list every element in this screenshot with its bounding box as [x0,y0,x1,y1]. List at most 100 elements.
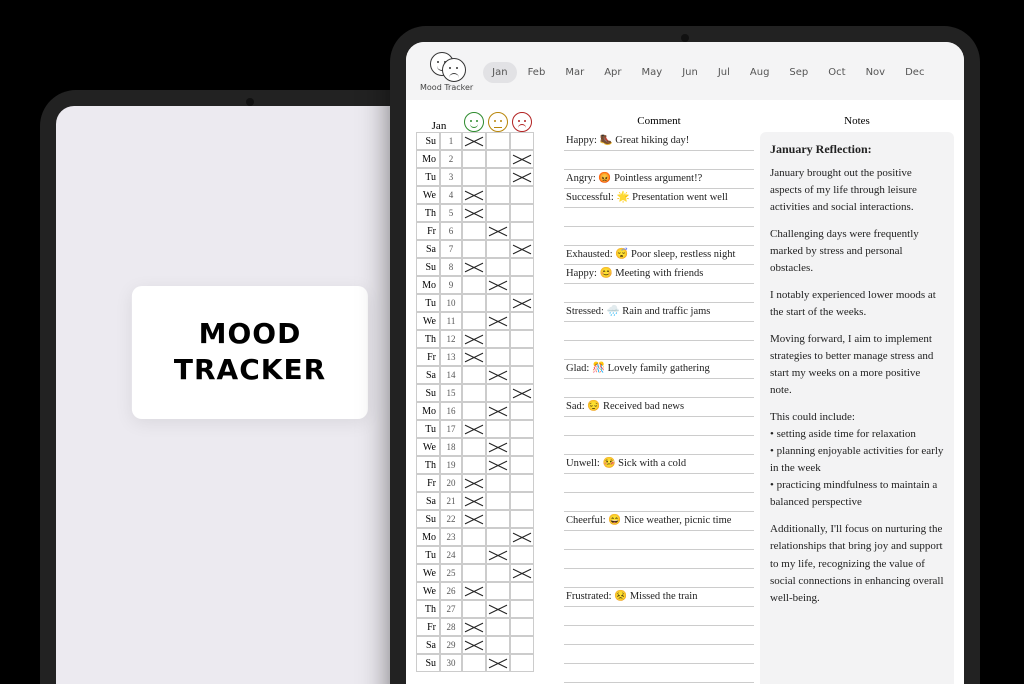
mood-cell[interactable] [486,600,510,618]
mood-cell[interactable] [486,582,510,600]
mood-cell[interactable] [510,438,534,456]
mood-cell[interactable] [486,312,510,330]
mood-cell[interactable] [510,420,534,438]
mood-cell[interactable] [486,438,510,456]
mood-cell[interactable] [462,654,486,672]
comment-line[interactable] [564,341,754,360]
comment-line[interactable] [564,151,754,170]
mood-cell[interactable] [462,294,486,312]
mood-cell[interactable] [510,276,534,294]
comment-line[interactable] [564,379,754,398]
mood-cell[interactable] [510,258,534,276]
comment-line[interactable] [564,208,754,227]
mood-cell[interactable] [462,312,486,330]
comment-line[interactable] [564,227,754,246]
mood-cell[interactable] [462,186,486,204]
mood-cell[interactable] [462,402,486,420]
mood-cell[interactable] [510,384,534,402]
month-tab-jul[interactable]: Jul [709,62,739,83]
mood-cell[interactable] [510,528,534,546]
comment-line[interactable] [564,436,754,455]
comment-line[interactable] [564,550,754,569]
comment-line[interactable] [564,607,754,626]
comment-line[interactable]: Frustrated: 😣 Missed the train [564,588,754,607]
mood-cell[interactable] [486,186,510,204]
mood-cell[interactable] [486,132,510,150]
comment-line[interactable] [564,569,754,588]
comment-line[interactable]: Happy: 🥾 Great hiking day! [564,132,754,151]
mood-cell[interactable] [510,654,534,672]
comment-line[interactable]: Happy: 😊 Meeting with friends [564,265,754,284]
comment-line[interactable]: Angry: 😡 Pointless argument!? [564,170,754,189]
mood-cell[interactable] [486,276,510,294]
mood-cell[interactable] [462,222,486,240]
mood-cell[interactable] [462,168,486,186]
mood-cell[interactable] [462,258,486,276]
mood-cell[interactable] [462,456,486,474]
month-tab-nov[interactable]: Nov [857,62,895,83]
month-tab-sep[interactable]: Sep [780,62,817,83]
comment-line[interactable]: Successful: 🌟 Presentation went well [564,189,754,208]
mood-cell[interactable] [486,564,510,582]
comment-line[interactable]: Cheerful: 😄 Nice weather, picnic time [564,512,754,531]
mood-cell[interactable] [510,600,534,618]
mood-cell[interactable] [486,528,510,546]
mood-cell[interactable] [462,132,486,150]
mood-cell[interactable] [510,294,534,312]
mood-cell[interactable] [510,474,534,492]
comment-line[interactable]: Sad: 😔 Received bad news [564,398,754,417]
comment-line[interactable] [564,664,754,683]
mood-cell[interactable] [510,186,534,204]
mood-cell[interactable] [486,618,510,636]
mood-cell[interactable] [510,312,534,330]
mood-cell[interactable] [462,150,486,168]
month-tab-aug[interactable]: Aug [741,62,779,83]
comment-line[interactable]: Unwell: 🤒 Sick with a cold [564,455,754,474]
mood-cell[interactable] [462,546,486,564]
mood-cell[interactable] [462,276,486,294]
mood-cell[interactable] [486,654,510,672]
mood-cell[interactable] [510,618,534,636]
comment-line[interactable]: Stressed: 🌧️ Rain and traffic jams [564,303,754,322]
comment-line[interactable] [564,284,754,303]
mood-cell[interactable] [486,474,510,492]
comment-line[interactable] [564,645,754,664]
mood-cell[interactable] [510,348,534,366]
mood-cell[interactable] [510,366,534,384]
month-tab-may[interactable]: May [633,62,672,83]
comment-line[interactable]: Exhausted: 😴 Poor sleep, restless night [564,246,754,265]
mood-cell[interactable] [510,168,534,186]
mood-cell[interactable] [486,420,510,438]
mood-cell[interactable] [462,330,486,348]
mood-cell[interactable] [462,366,486,384]
mood-cell[interactable] [486,330,510,348]
app-logo[interactable]: Mood Tracker [420,52,473,92]
mood-cell[interactable] [462,204,486,222]
month-tab-mar[interactable]: Mar [556,62,593,83]
comment-line[interactable] [564,322,754,341]
mood-cell[interactable] [462,492,486,510]
month-tab-apr[interactable]: Apr [595,62,630,83]
mood-cell[interactable] [510,564,534,582]
comment-line[interactable] [564,417,754,436]
mood-cell[interactable] [486,258,510,276]
mood-cell[interactable] [462,600,486,618]
month-tab-dec[interactable]: Dec [896,62,933,83]
month-tab-oct[interactable]: Oct [819,62,854,83]
mood-cell[interactable] [462,636,486,654]
month-tab-feb[interactable]: Feb [519,62,555,83]
mood-cell[interactable] [462,528,486,546]
month-tab-jan[interactable]: Jan [483,62,516,83]
mood-cell[interactable] [462,240,486,258]
mood-cell[interactable] [486,366,510,384]
mood-cell[interactable] [462,474,486,492]
comment-line[interactable] [564,493,754,512]
mood-cell[interactable] [486,546,510,564]
mood-cell[interactable] [486,636,510,654]
mood-cell[interactable] [510,204,534,222]
mood-cell[interactable] [510,510,534,528]
mood-cell[interactable] [510,582,534,600]
mood-cell[interactable] [510,492,534,510]
comment-line[interactable] [564,626,754,645]
mood-cell[interactable] [486,294,510,312]
